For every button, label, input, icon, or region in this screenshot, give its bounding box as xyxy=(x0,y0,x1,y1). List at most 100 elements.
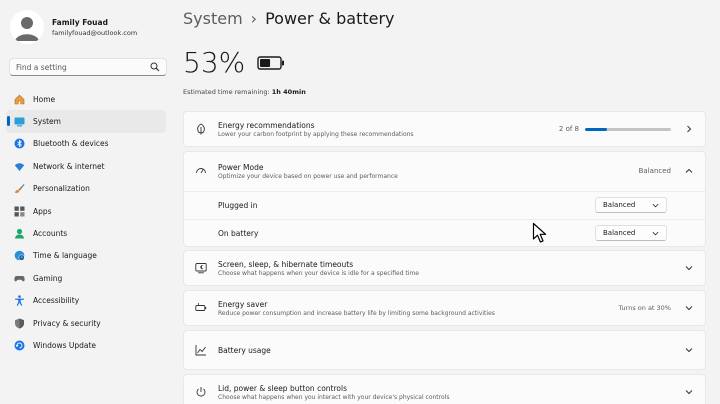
energy-saver-value: Turns on at 30% xyxy=(618,304,671,312)
sidebar-item-label: Windows Update xyxy=(33,340,97,350)
chevron-down-icon xyxy=(685,388,693,396)
on-battery-value: Balanced xyxy=(603,229,636,237)
sidebar-item-label: Apps xyxy=(33,206,52,216)
screen-sleep-icon xyxy=(194,261,208,275)
on-battery-row: On battery Balanced xyxy=(184,219,705,246)
sidebar-item-label: System xyxy=(33,117,61,127)
sidebar-item-bluetooth[interactable]: Bluetooth & devices xyxy=(6,133,166,155)
power-mode-subtitle: Optimize your device based on power use … xyxy=(218,172,398,180)
energy-recommendations-subtitle: Lower your carbon footprint by applying … xyxy=(218,130,414,138)
plugged-in-value: Balanced xyxy=(603,201,636,209)
avatar[interactable] xyxy=(10,10,44,44)
breadcrumb: System › Power & battery xyxy=(183,9,395,28)
sidebar-item-label: Home xyxy=(33,94,56,104)
energy-recommendations-card[interactable]: Energy recommendations Lower your carbon… xyxy=(183,111,706,147)
battery-usage-title: Battery usage xyxy=(218,345,271,355)
battery-icon xyxy=(257,55,285,70)
chevron-down-icon xyxy=(651,229,659,237)
energy-saver-title: Energy saver xyxy=(218,299,268,309)
sidebar-item-accessibility[interactable]: Accessibility xyxy=(6,290,166,312)
sidebar-item-network[interactable]: Network & internet xyxy=(6,155,166,177)
sidebar-item-label: Accessibility xyxy=(33,296,80,306)
sidebar-item-label: Personalization xyxy=(33,184,90,194)
sidebar-item-privacy-security[interactable]: Privacy & security xyxy=(6,312,166,334)
shield-icon xyxy=(14,318,25,329)
brush-icon xyxy=(14,183,25,194)
sidebar-item-time-language[interactable]: Time & language xyxy=(6,245,166,267)
sidebar: Family Fouad familyfouad@outlook.com Hom… xyxy=(0,0,172,404)
power-mode-title: Power Mode xyxy=(218,162,264,172)
profile[interactable]: Family Fouad familyfouad@outlook.com xyxy=(10,10,137,44)
sidebar-item-label: Time & language xyxy=(33,251,97,261)
chevron-down-icon xyxy=(685,264,693,272)
apps-icon xyxy=(14,206,25,217)
breadcrumb-separator: › xyxy=(250,9,258,28)
recommendations-progress: 2 of 8 xyxy=(559,125,671,133)
mouse-cursor-icon xyxy=(532,222,547,243)
search-box[interactable] xyxy=(9,58,167,76)
sidebar-item-apps[interactable]: Apps xyxy=(6,200,166,222)
leaf-icon xyxy=(194,122,208,136)
bluetooth-icon xyxy=(14,138,25,149)
time-remaining-label: Estimated time remaining: xyxy=(183,88,270,96)
sidebar-item-label: Accounts xyxy=(33,229,68,239)
sidebar-item-label: Gaming xyxy=(33,273,63,283)
user-avatar-icon xyxy=(15,17,39,41)
globe-clock-icon xyxy=(14,250,25,262)
sidebar-item-accounts[interactable]: Accounts xyxy=(6,222,166,244)
search-input[interactable] xyxy=(16,62,150,72)
time-remaining-value: 1h 40min xyxy=(271,88,306,96)
accessibility-icon xyxy=(14,295,25,307)
sidebar-item-windows-update[interactable]: Windows Update xyxy=(6,334,166,356)
update-icon xyxy=(14,340,25,351)
progress-fill xyxy=(585,127,607,131)
lid-power-subtitle: Choose what happens when you interact wi… xyxy=(218,393,450,401)
chevron-down-icon xyxy=(685,304,693,312)
chevron-down-icon xyxy=(651,201,659,209)
chevron-up-icon[interactable] xyxy=(685,167,693,175)
sidebar-item-label: Network & internet xyxy=(33,161,105,171)
progress-count: 2 of 8 xyxy=(558,125,579,133)
power-mode-icon xyxy=(194,164,208,178)
gamepad-icon xyxy=(14,273,25,284)
power-button-icon xyxy=(194,385,208,399)
profile-email: familyfouad@outlook.com xyxy=(52,28,138,37)
screen-sleep-subtitle: Choose what happens when your device is … xyxy=(218,269,419,277)
search-icon[interactable] xyxy=(150,62,160,72)
power-mode-header[interactable]: Power Mode Optimize your device based on… xyxy=(184,152,705,190)
battery-percent: 53% xyxy=(183,46,246,79)
lid-power-card[interactable]: Lid, power & sleep button controls Choos… xyxy=(183,374,706,404)
screen-sleep-card[interactable]: Screen, sleep, & hibernate timeouts Choo… xyxy=(183,250,706,286)
breadcrumb-parent[interactable]: System xyxy=(183,9,243,28)
sidebar-item-label: Privacy & security xyxy=(33,318,101,328)
lid-power-title: Lid, power & sleep button controls xyxy=(218,383,347,393)
system-icon xyxy=(14,116,25,127)
plugged-in-select[interactable]: Balanced xyxy=(595,197,667,213)
battery-status: 53% xyxy=(183,46,285,79)
energy-saver-icon xyxy=(194,301,208,315)
energy-saver-card[interactable]: Energy saver Reduce power consumption an… xyxy=(183,290,706,326)
progress-track xyxy=(585,127,671,131)
on-battery-select[interactable]: Balanced xyxy=(595,225,667,241)
energy-recommendations-title: Energy recommendations xyxy=(218,120,315,130)
nav-list: Home System Bluetooth & devices Network … xyxy=(6,88,166,357)
sidebar-item-home[interactable]: Home xyxy=(6,88,166,110)
chart-icon xyxy=(194,343,208,357)
page-title: Power & battery xyxy=(265,9,395,28)
wifi-icon xyxy=(14,161,25,172)
power-mode-value: Balanced xyxy=(638,167,671,175)
home-icon xyxy=(14,94,25,105)
battery-usage-card[interactable]: Battery usage xyxy=(183,330,706,370)
screen-sleep-title: Screen, sleep, & hibernate timeouts xyxy=(218,259,354,269)
sidebar-item-personalization[interactable]: Personalization xyxy=(6,178,166,200)
sidebar-item-gaming[interactable]: Gaming xyxy=(6,267,166,289)
chevron-right-icon xyxy=(685,125,693,133)
accounts-icon xyxy=(14,228,25,239)
energy-saver-subtitle: Reduce power consumption and increase ba… xyxy=(218,309,495,317)
profile-name: Family Fouad xyxy=(52,17,108,27)
plugged-in-row: Plugged in Balanced xyxy=(184,191,705,218)
chevron-down-icon xyxy=(685,346,693,354)
sidebar-item-label: Bluetooth & devices xyxy=(33,139,109,149)
sidebar-item-system[interactable]: System xyxy=(6,110,166,133)
plugged-in-label: Plugged in xyxy=(218,200,258,210)
